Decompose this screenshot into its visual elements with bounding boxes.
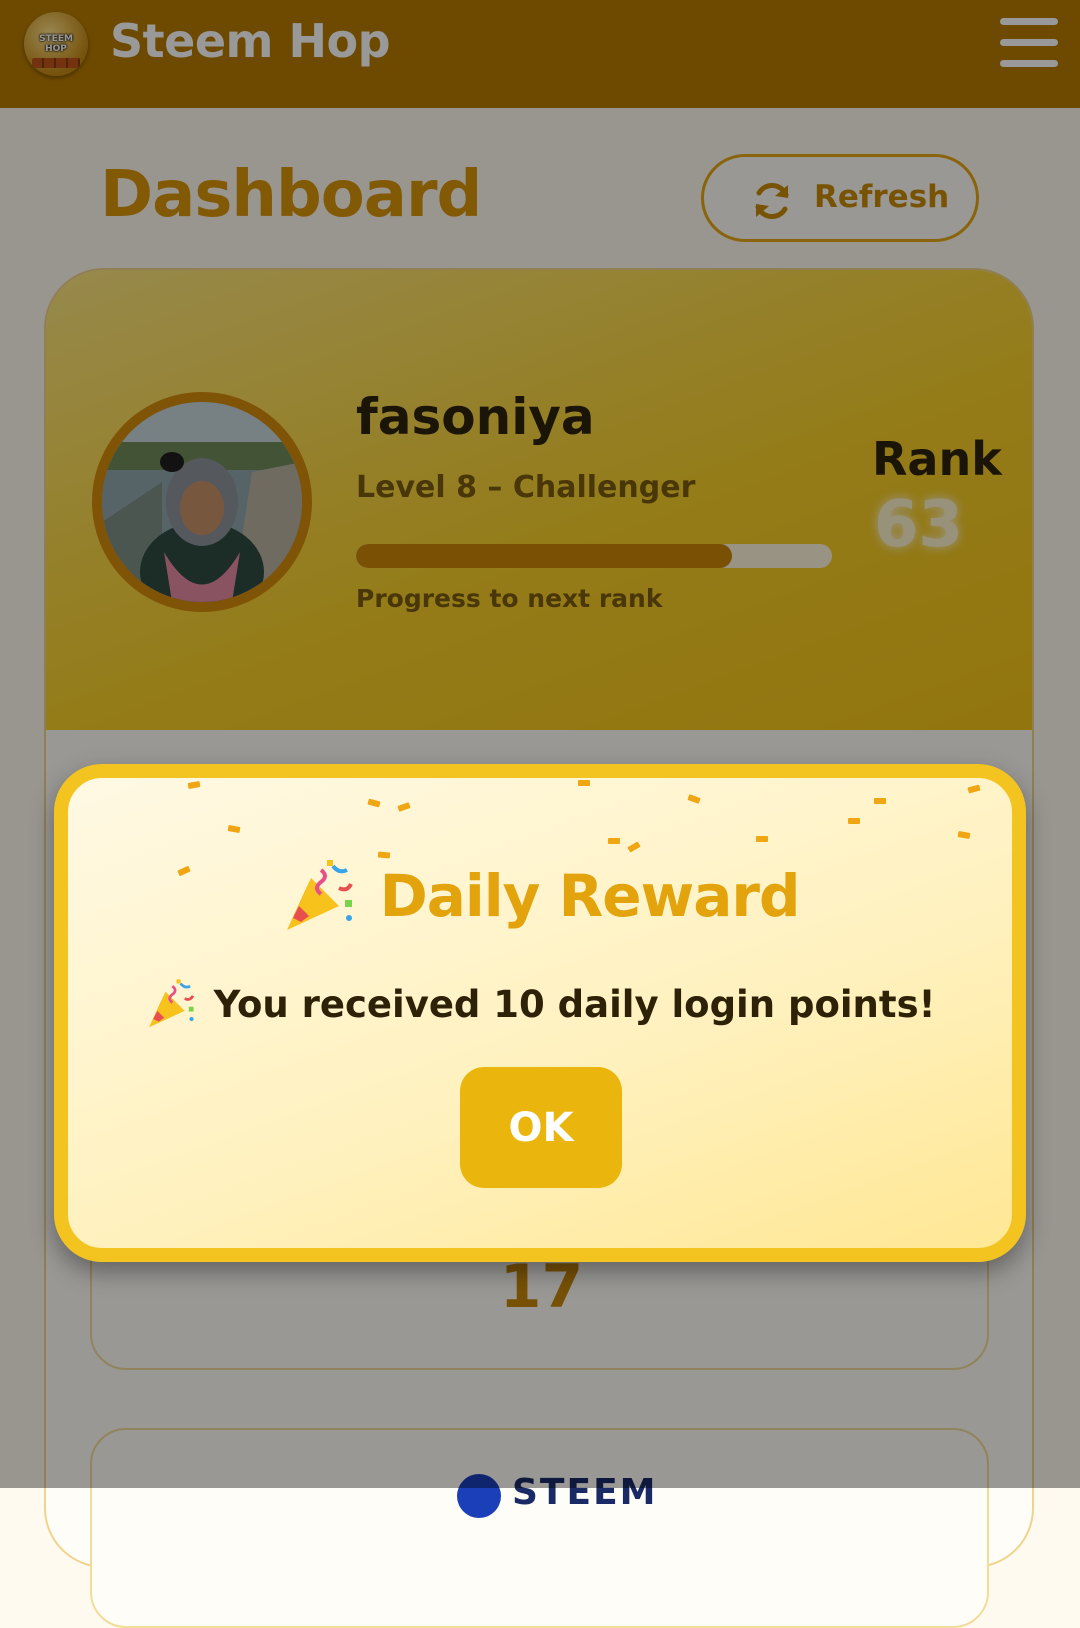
modal-title-row: Daily Reward — [68, 858, 1012, 934]
confetti-piece — [848, 818, 860, 824]
confetti-piece — [756, 836, 768, 842]
confetti-piece — [187, 781, 201, 789]
confetti-piece — [367, 798, 381, 808]
modal-backdrop[interactable] — [0, 0, 1080, 1488]
modal-message-row: You received 10 daily login points! — [68, 978, 1012, 1030]
confetti-piece — [227, 825, 241, 833]
confetti-piece — [397, 802, 411, 812]
confetti-piece — [957, 831, 971, 839]
party-popper-icon — [286, 860, 353, 930]
ok-button[interactable]: OK — [460, 1067, 622, 1188]
modal-title: Daily Reward — [379, 862, 801, 930]
daily-reward-modal: Daily Reward You received 10 daily login… — [54, 764, 1026, 1262]
confetti-piece — [627, 841, 641, 853]
party-popper-icon — [148, 979, 194, 1028]
confetti-piece — [578, 780, 590, 786]
confetti-piece — [967, 784, 981, 794]
confetti-piece — [874, 798, 886, 804]
modal-message: You received 10 daily login points! — [213, 982, 936, 1026]
confetti-piece — [608, 838, 620, 844]
confetti-piece — [687, 794, 701, 804]
